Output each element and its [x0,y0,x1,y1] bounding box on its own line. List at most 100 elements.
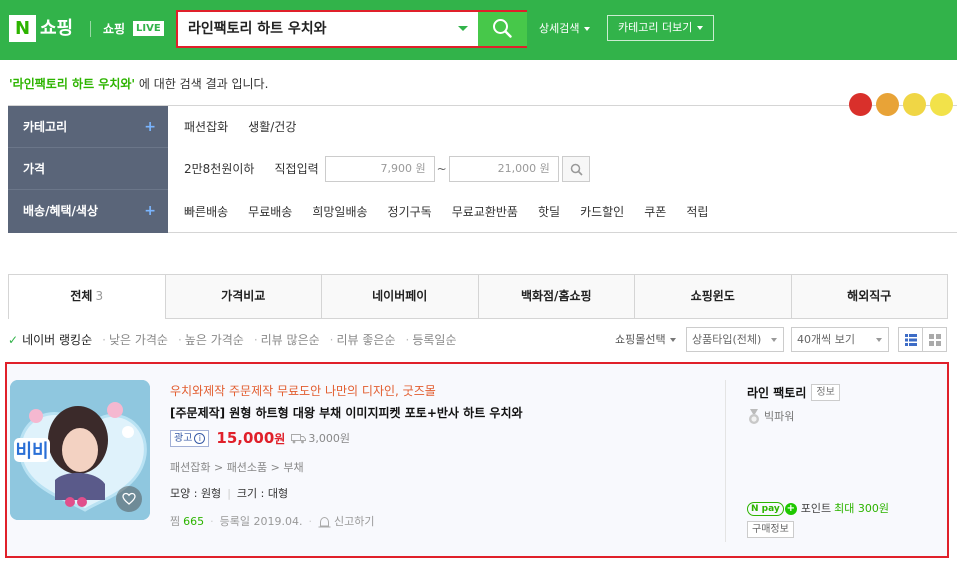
plus-icon[interactable]: + [144,190,156,232]
caret-down-icon [584,27,591,31]
autocomplete-toggle-icon[interactable] [458,26,468,31]
price-preset[interactable]: 2만8천원이하 [184,148,254,190]
report-link[interactable]: 신고하기 [334,513,374,531]
benefit-item[interactable]: 적립 [686,191,708,233]
benefit-item[interactable]: 희망일배송 [312,191,367,233]
list-view-button[interactable] [898,327,923,352]
tab-naver-pay[interactable]: 네이버페이 [322,274,479,319]
search-input[interactable] [180,15,450,43]
benefit-item[interactable]: 쿠폰 [644,191,666,233]
seller-info-button[interactable]: 정보 [811,384,840,401]
attr-divider: | [227,487,231,500]
meta-divider: · [308,515,312,528]
color-swatch[interactable] [930,93,953,116]
benefit-item[interactable]: 무료교환반품 [452,191,518,233]
benefit-item[interactable]: 정기구독 [388,191,432,233]
check-icon: ✓ [8,333,19,347]
plus-icon[interactable]: + [144,106,156,148]
search-button[interactable] [478,12,527,46]
price-search-button[interactable] [561,156,590,182]
delivery-truck-icon [291,434,307,444]
seller-grade-label: 빅파워 [764,410,795,423]
live-badge[interactable]: LIVE [133,21,164,36]
tab-label: 가격비교 [221,289,266,303]
color-swatch[interactable] [849,93,872,116]
purchase-info-button[interactable]: 구매정보 [747,521,794,538]
filter-row-price: 가격 2만8천원이하 직접입력 7,900 원 ~ 21,000 원 [8,148,957,190]
sort-label: 등록일순 [412,333,457,347]
filter-label-category[interactable]: 카테고리 + [8,106,168,148]
search-icon [493,19,512,38]
sort-label: 낮은 가격순 [108,333,168,347]
product-title[interactable]: [주문제작] 원형 하트형 대왕 부채 이미지피켓 포토+반사 하트 우치와 [170,404,710,422]
price-max-input[interactable]: 21,000 원 [448,156,559,182]
mall-select-dropdown[interactable]: 쇼핑몰선택 [615,331,676,349]
zzim-label: 찜 [170,515,181,528]
color-swatch[interactable] [903,93,926,116]
naver-logo-icon[interactable]: N [9,15,36,42]
zzim-count: 665 [183,515,205,528]
tab-shopping-window[interactable]: 쇼핑윈도 [635,274,792,319]
category-item[interactable]: 생활/건강 [248,106,296,148]
sort-label: 리뷰 많은순 [260,333,320,347]
category-item[interactable]: 패션잡화 [184,106,228,148]
sort-registered[interactable]: · 등록일순 [406,330,457,350]
grid-view-icon [929,334,941,346]
search-result-summary: '라인팩토리 하트 우치와' 에 대한 검색 결과 입니다. [9,75,268,93]
tab-label: 백화점/홈쇼핑 [520,289,592,303]
benefit-item[interactable]: 무료배송 [248,191,292,233]
product-category-path[interactable]: 패션잡화 > 패션소품 > 부채 [170,459,710,477]
per-page-select[interactable]: 40개씩 보기 [791,327,889,352]
seller-divider [725,380,726,542]
advanced-search-button[interactable]: 상세검색 [539,20,591,38]
sort-high-price[interactable]: · 높은 가격순 [178,330,244,350]
price-min-input[interactable]: 7,900 원 [324,156,435,182]
tab-overseas[interactable]: 해외직구 [791,274,948,319]
seller-info: 라인 팩토리 정보 빅파워 [747,384,947,426]
tab-department-homeshopping[interactable]: 백화점/홈쇼핑 [478,274,635,319]
tab-label: 쇼핑윈도 [690,289,735,303]
filter-label-benefits[interactable]: 배송/혜택/색상 + [8,190,168,233]
tab-label: 해외직구 [847,289,892,303]
sort-review-count[interactable]: · 리뷰 많은순 [254,330,320,350]
tab-price-compare[interactable]: 가격비교 [165,274,322,319]
benefit-item[interactable]: 빠른배송 [184,191,228,233]
shopping-logo-text[interactable]: 쇼핑 [40,15,73,42]
seller-grade: 빅파워 [747,408,947,426]
price-items: 2만8천원이하 직접입력 7,900 원 ~ 21,000 원 [184,148,590,190]
sort-low-price[interactable]: · 낮은 가격순 [102,330,168,350]
product-type-select[interactable]: 상품타입(전체) [686,327,784,352]
thumbnail-text: 비비 [15,441,48,462]
color-swatch[interactable] [876,93,899,116]
sort-ranking[interactable]: ✓ 네이버 랭킹순 [8,330,92,350]
ad-headline[interactable]: 우치와제작 주문제작 무료도안 나만의 디자인, 굿즈몰 [170,382,710,400]
ad-badge[interactable]: 광고 i [170,430,210,447]
benefit-item[interactable]: 핫딜 [538,191,560,233]
price-direct-label: 직접입력 [274,162,319,176]
wishlist-button[interactable] [116,486,142,512]
medal-icon [749,409,759,424]
shipping-fee: 3,000원 [291,430,350,448]
seller-name[interactable]: 라인 팩토리 [747,384,806,402]
point-value: 최대 300원 [834,502,890,515]
attr-shape: 모양 : 원형 [170,487,222,500]
benefit-item[interactable]: 카드할인 [580,191,624,233]
product-attributes: 모양 : 원형 | 크기 : 대형 [170,485,710,503]
heart-icon [122,492,136,505]
top-header: N 쇼핑 쇼핑 LIVE 상세검색 카테고리 더보기 [0,0,957,60]
filter-row-benefits: 배송/혜택/색상 + 빠른배송 무료배송 희망일배송 정기구독 무료교환반품 핫… [8,190,957,233]
point-label: 포인트 [800,502,832,515]
tab-label: 전체 [70,289,93,303]
attr-size: 크기 : 대형 [236,487,289,500]
filter-label-price: 가격 [8,148,168,190]
filter-label-text: 배송/혜택/색상 [23,204,99,218]
info-icon: i [194,433,206,444]
grid-view-button[interactable] [922,327,947,352]
more-categories-button[interactable]: 카테고리 더보기 [607,15,714,41]
sort-review-score[interactable]: · 리뷰 좋은순 [330,330,396,350]
ad-badge-label: 광고 [174,433,193,444]
product-thumbnail[interactable]: 비비 [10,380,150,520]
tab-all[interactable]: 전체 3 [8,274,166,319]
shipping-value: 3,000원 [308,431,350,445]
shopping-live-label[interactable]: 쇼핑 [103,20,125,38]
